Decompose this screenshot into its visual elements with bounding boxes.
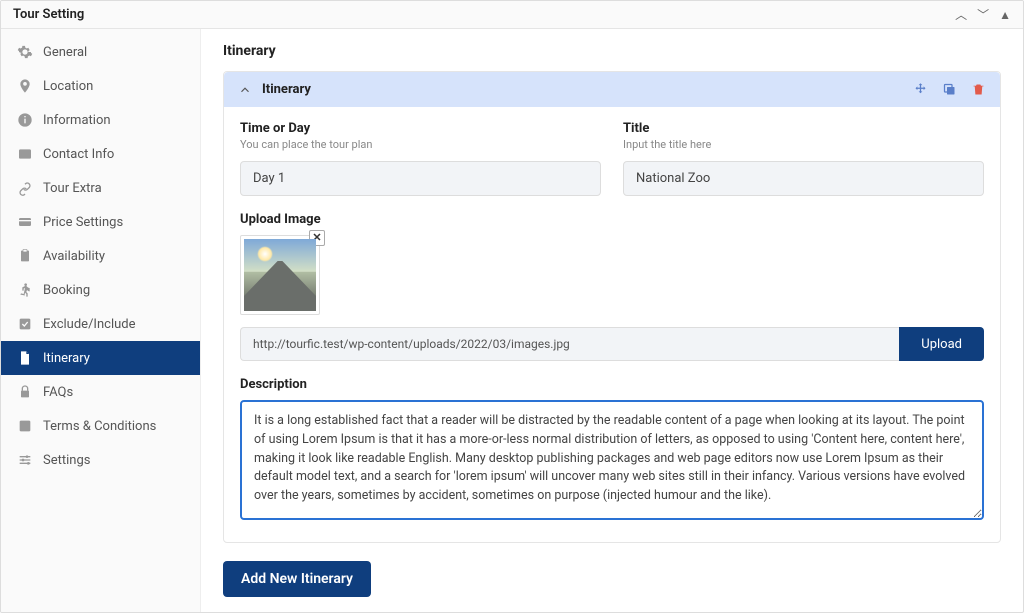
sidebar-item-label: Contact Info — [43, 147, 114, 162]
add-itinerary-button[interactable]: Add New Itinerary — [223, 561, 371, 597]
time-input[interactable] — [240, 161, 601, 196]
sidebar-item-label: Settings — [43, 453, 90, 468]
card-body: Time or Day You can place the tour plan … — [224, 107, 1000, 542]
sidebar-item-faqs[interactable]: FAQs — [1, 375, 200, 409]
sliders-icon — [17, 452, 33, 468]
sidebar-item-label: Location — [43, 79, 93, 94]
time-hint: You can place the tour plan — [240, 138, 601, 151]
card-title: Itinerary — [262, 82, 903, 97]
panel-title: Tour Setting — [13, 7, 84, 22]
sidebar-item-label: FAQs — [43, 385, 73, 400]
clipboard-icon — [17, 248, 33, 264]
link-icon — [17, 180, 33, 196]
description-label: Description — [240, 377, 984, 392]
upload-label: Upload Image — [240, 212, 984, 227]
panel-controls: ︿ ﹀ ▲ — [955, 9, 1011, 21]
upload-path-input[interactable] — [240, 327, 899, 361]
content-area: Itinerary Itinerary Time or Day — [201, 29, 1023, 612]
checkbox-icon — [17, 418, 33, 434]
sidebar-item-label: Exclude/Include — [43, 317, 136, 332]
sidebar-item-label: Terms & Conditions — [43, 419, 156, 434]
collapse-up-icon[interactable]: ︿ — [955, 9, 967, 21]
thumbnail-image — [244, 239, 316, 311]
sidebar-item-label: General — [43, 45, 87, 60]
document-icon — [17, 350, 33, 366]
title-hint: Input the title here — [623, 138, 984, 151]
chevron-up-icon[interactable] — [238, 83, 252, 97]
section-title: Itinerary — [223, 43, 1001, 59]
move-icon[interactable] — [913, 82, 928, 97]
sidebar-item-information[interactable]: Information — [1, 103, 200, 137]
itinerary-card: Itinerary Time or Day You can place the … — [223, 71, 1001, 543]
dropdown-triangle-icon[interactable]: ▲ — [999, 9, 1011, 21]
sidebar-item-label: Availability — [43, 249, 105, 264]
info-icon — [17, 112, 33, 128]
credit-card-icon — [17, 214, 33, 230]
sidebar-item-booking[interactable]: Booking — [1, 273, 200, 307]
card-header: Itinerary — [224, 72, 1000, 107]
panel-header: Tour Setting ︿ ﹀ ▲ — [1, 1, 1023, 29]
sidebar-item-availability[interactable]: Availability — [1, 239, 200, 273]
sidebar-item-general[interactable]: General — [1, 35, 200, 69]
sidebar-item-terms[interactable]: Terms & Conditions — [1, 409, 200, 443]
time-label: Time or Day — [240, 121, 601, 136]
sidebar-item-tour-extra[interactable]: Tour Extra — [1, 171, 200, 205]
sidebar-item-label: Price Settings — [43, 215, 123, 230]
sidebar-item-itinerary[interactable]: Itinerary — [1, 341, 200, 375]
sidebar-item-label: Itinerary — [43, 351, 90, 366]
thumbnail: ✕ — [240, 235, 320, 315]
check-square-icon — [17, 316, 33, 332]
sidebar-item-label: Booking — [43, 283, 90, 298]
title-label: Title — [623, 121, 984, 136]
description-textarea[interactable] — [240, 400, 984, 520]
sidebar-item-exclude[interactable]: Exclude/Include — [1, 307, 200, 341]
walk-icon — [17, 282, 33, 298]
title-input[interactable] — [623, 161, 984, 196]
sidebar-item-label: Information — [43, 113, 111, 128]
sidebar-item-contact[interactable]: Contact Info — [1, 137, 200, 171]
pin-icon — [17, 78, 33, 94]
gear-icon — [17, 44, 33, 60]
sidebar: General Location Information Contact Inf… — [1, 29, 201, 612]
sidebar-item-price[interactable]: Price Settings — [1, 205, 200, 239]
sidebar-item-label: Tour Extra — [43, 181, 102, 196]
sidebar-item-settings[interactable]: Settings — [1, 443, 200, 477]
delete-icon[interactable] — [971, 82, 986, 97]
sidebar-item-location[interactable]: Location — [1, 69, 200, 103]
card-actions — [913, 82, 986, 97]
tour-setting-panel: Tour Setting ︿ ﹀ ▲ General Location Info… — [0, 0, 1024, 613]
upload-button[interactable]: Upload — [899, 327, 984, 361]
collapse-down-icon[interactable]: ﹀ — [977, 9, 989, 21]
duplicate-icon[interactable] — [942, 82, 957, 97]
lock-icon — [17, 384, 33, 400]
card-icon — [17, 146, 33, 162]
